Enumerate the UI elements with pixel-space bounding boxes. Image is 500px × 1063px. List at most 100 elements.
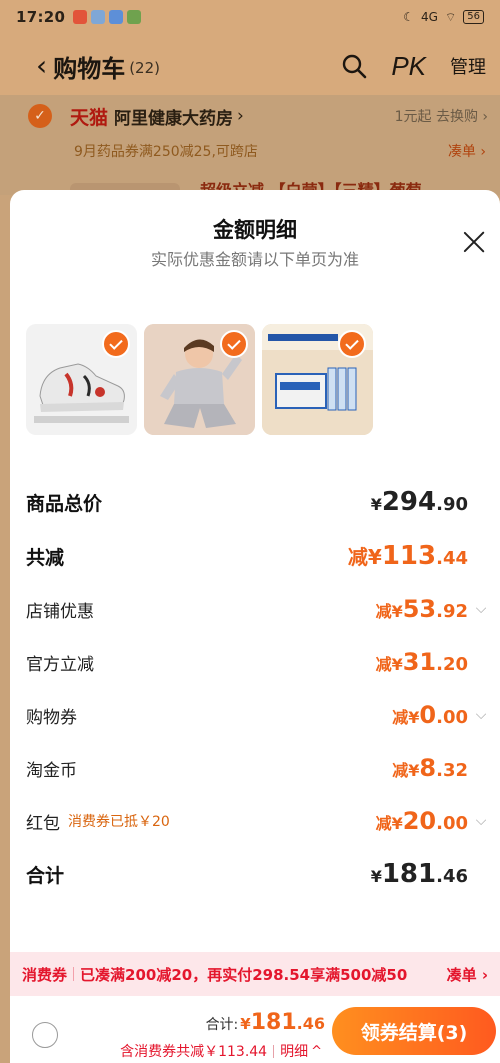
row-taojinbi: 淘金币 减¥ 8.32 [26,748,488,788]
app-notification-icon [127,10,142,24]
coupon-promo-action[interactable]: 凑单 › [447,964,488,985]
app-notification-icon [91,10,106,24]
network-label: 4G [421,10,438,24]
total-label: 合计: [205,1017,239,1033]
store-promo-text: 9月药品券满250减25,可跨店 [74,144,258,160]
value-decimal: .44 [436,548,468,569]
currency-prefix: 减¥ [375,602,403,621]
value-decimal: .00 [436,813,468,834]
value-integer: 0 [419,701,437,729]
store-section: ✓ 天猫 阿里健康大药房 › 1元起 去换购 › 9月药品券满250减25,可跨… [0,95,500,203]
row-value: 减¥ 8.32 [392,754,468,782]
row-label: 红包 [26,813,60,834]
row-label: 购物券 [26,707,77,728]
currency-prefix: ¥ [370,495,382,514]
value-integer: 113 [381,541,437,571]
row-value: 减¥ 31.20 [376,648,468,676]
store-promo-action[interactable]: 凑单 › [448,141,486,161]
store-promo: 9月药品券满250减25,可跨店 凑单 › [74,139,486,163]
chevron-down-icon[interactable]: ⌵ [474,707,488,723]
store-name[interactable]: 阿里健康大药房 [114,104,233,129]
total-value: ¥181.46 [240,1010,325,1035]
app-notification-icon [109,10,124,24]
amount-detail-sheet: 金额明细 实际优惠金额请以下单页为准 商品总价 ¥ 294 .90 共减 减¥ … [10,190,500,1063]
total-line: 合计: ¥181.46 [206,1010,325,1035]
value-decimal: .32 [436,760,468,781]
value-integer: 181 [250,1010,297,1035]
value-integer: 31 [402,648,437,676]
store-chevron-icon: › [237,106,244,126]
checkout-button[interactable]: 领券结算(3) [332,1007,496,1055]
close-icon[interactable] [462,230,486,254]
sheet-subtitle: 实际优惠金额请以下单页为准 [150,250,359,269]
checked-icon[interactable] [338,330,366,358]
row-value: ¥294.90 [371,487,468,517]
currency-prefix: 减¥ [347,545,382,569]
discount-summary: 含消费券共减￥113.44 [120,1044,268,1060]
coupon-tag: 消费券 [22,965,68,984]
row-goods-total: 商品总价 ¥294.90 [26,482,488,522]
divider [273,1044,275,1058]
cart-nav-bar: ‹ 购物车 (22) PK 管理 [0,40,500,92]
product-thumbnail[interactable] [144,324,255,435]
divider [73,967,75,981]
coupon-promo-banner[interactable]: 消费券 已凑满200减20，再实付298.54享满500减50 凑单 › [10,952,500,996]
search-icon[interactable] [341,53,367,79]
row-value: 减¥ 0.00 [392,701,468,729]
sheet-title: 金额明细 [213,218,297,242]
value-decimal: .92 [436,601,468,622]
page-title: 购物车 [53,54,126,83]
status-indicators: ☾ 4G ⌔ 56 [403,10,484,25]
product-thumbnail[interactable] [26,324,137,435]
row-sum: 合计 ¥181.46 [26,854,488,894]
value-decimal: .90 [436,494,468,515]
row-red-packet[interactable]: 红包 消费券已抵￥20 减¥ 20.00 ⌵ [26,801,488,841]
status-bar: 17:20 ☾ 4G ⌔ 56 [0,0,500,34]
battery-icon: 56 [463,10,484,24]
app-notification-icon [73,10,88,24]
value-decimal: .46 [296,1014,325,1033]
value-decimal: .20 [436,654,468,675]
product-thumbnail[interactable] [262,324,373,435]
chevron-down-icon[interactable]: ⌵ [474,601,488,617]
row-label: 淘金币 [26,760,77,781]
select-all-checkbox[interactable] [32,1022,58,1048]
chevron-down-icon[interactable]: ⌵ [474,813,488,829]
store-check-icon[interactable]: ✓ [28,104,52,128]
discount-detail-line[interactable]: 含消费券共减￥113.44 明细 ^ [120,1041,322,1061]
pk-button[interactable]: PK [391,51,426,82]
detail-link[interactable]: 明细 [280,1041,308,1061]
row-label: 官方立减 [26,654,94,675]
chevron-up-icon[interactable]: ^ [311,1044,322,1059]
exchange-link[interactable]: 1元起 去换购 › [395,106,488,126]
currency-prefix: 减¥ [392,708,420,727]
value-integer: 294 [381,487,437,517]
row-value: 减¥ 113.44 [348,541,468,571]
coupon-promo-text: 已凑满200减20，再实付298.54享满500减50 [80,965,408,984]
store-header[interactable]: ✓ 天猫 阿里健康大药房 › 1元起 去换购 › [28,99,488,133]
back-chevron-icon[interactable]: ‹ [36,52,47,80]
red-packet-tag: 消费券已抵￥20 [68,814,170,830]
checked-icon[interactable] [220,330,248,358]
row-shopping-coupon[interactable]: 购物券 减¥ 0.00 ⌵ [26,695,488,735]
manage-button[interactable]: 管理 [450,53,486,79]
value-integer: 181 [381,859,437,889]
row-value: 减¥ 53.92 [376,595,468,623]
row-label: 商品总价 [26,492,103,515]
status-time: 17:20 [16,8,66,26]
value-decimal: .46 [436,866,468,887]
currency-prefix: 减¥ [375,814,403,833]
currency-prefix: ¥ [240,1015,251,1033]
row-official-discount: 官方立减 减¥ 31.20 [26,642,488,682]
cart-count: (22) [129,59,160,77]
currency-prefix: 减¥ [375,655,403,674]
row-label: 合计 [26,864,65,887]
tmall-label: 天猫 [70,106,109,129]
row-store-coupon[interactable]: 店铺优惠 减¥ 53.92 ⌵ [26,589,488,629]
checkout-bar: 合计: ¥181.46 含消费券共减￥113.44 明细 ^ 领券结算(3) [10,996,500,1063]
value-integer: 20 [402,807,437,835]
row-label: 店铺优惠 [26,601,94,622]
checked-icon[interactable] [102,330,130,358]
value-decimal: .00 [436,707,468,728]
row-value: ¥181.46 [371,859,468,889]
